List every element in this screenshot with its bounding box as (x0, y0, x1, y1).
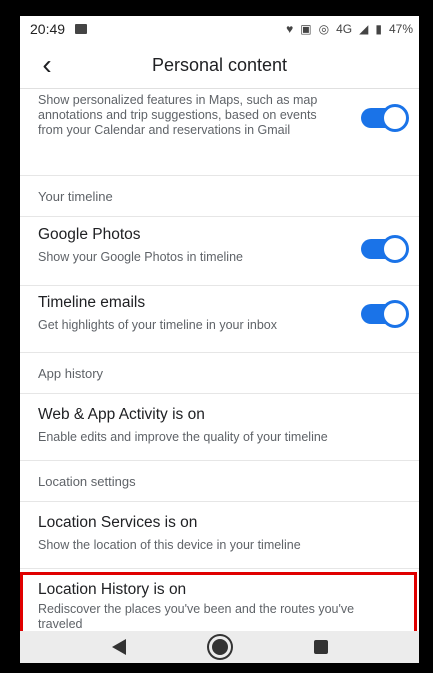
settings-list: Show personalized features in Maps, such… (20, 89, 419, 637)
back-button[interactable]: ‹ (28, 46, 66, 84)
web-app-activity-desc: Enable edits and improve the quality of … (38, 430, 328, 444)
timeline-emails-toggle[interactable] (361, 300, 409, 328)
web-app-activity-row[interactable]: Web & App Activity is on Enable edits an… (20, 394, 419, 461)
web-app-activity-title: Web & App Activity is on (38, 406, 205, 423)
battery-percent: 47% (388, 22, 413, 36)
section-location-settings: Location settings (20, 461, 419, 502)
phone-screen: 20:49 ♥ ▣ ◎ 4G ◢ ▮ 47% ‹ Personal conten… (0, 0, 433, 673)
timeline-emails-row[interactable]: Timeline emails Get highlights of your t… (20, 286, 419, 353)
network-type: 4G (336, 22, 353, 36)
google-photos-desc: Show your Google Photos in timeline (38, 250, 243, 264)
personalized-features-desc: Show personalized features in Maps, such… (38, 93, 318, 137)
section-app-history: App history (20, 353, 419, 394)
toggle-knob (381, 104, 409, 132)
nfc-icon: ♥ (286, 22, 294, 36)
location-services-row[interactable]: Location Services is on Show the locatio… (20, 502, 419, 569)
vibrate-icon: ▣ (300, 22, 312, 36)
system-nav-bar (20, 631, 419, 663)
timeline-emails-title: Timeline emails (38, 294, 146, 311)
timeline-emails-desc: Get highlights of your timeline in your … (38, 318, 278, 332)
location-services-title: Location Services is on (38, 514, 198, 531)
location-history-row[interactable]: Location History is on Rediscover the pl… (20, 569, 419, 637)
google-photos-toggle[interactable] (361, 235, 409, 263)
google-photos-title: Google Photos (38, 226, 141, 243)
personalized-features-row[interactable]: Show personalized features in Maps, such… (20, 89, 419, 176)
battery-icon: ▮ (375, 22, 382, 36)
status-time: 20:49 (30, 21, 66, 37)
status-bar: 20:49 ♥ ▣ ◎ 4G ◢ ▮ 47% (20, 16, 419, 42)
location-services-desc: Show the location of this device in your… (38, 538, 301, 552)
location-icon: ◎ (318, 22, 330, 36)
image-notification-icon (75, 24, 88, 34)
nav-home-icon[interactable] (208, 636, 231, 658)
nav-recents-icon[interactable] (313, 640, 328, 654)
section-your-timeline: Your timeline (20, 176, 419, 217)
toggle-knob (381, 235, 409, 263)
nav-back-icon[interactable] (111, 639, 126, 655)
page-title: Personal content (151, 54, 288, 75)
personalized-features-toggle[interactable] (361, 104, 409, 132)
signal-icon: ◢ (359, 22, 369, 36)
location-history-title: Location History is on (38, 581, 187, 598)
google-photos-row[interactable]: Google Photos Show your Google Photos in… (20, 217, 419, 286)
location-history-desc: Rediscover the places you've been and th… (38, 602, 355, 631)
toggle-knob (381, 300, 409, 328)
chevron-left-icon: ‹ (42, 49, 52, 80)
app-bar: ‹ Personal content (20, 42, 419, 89)
